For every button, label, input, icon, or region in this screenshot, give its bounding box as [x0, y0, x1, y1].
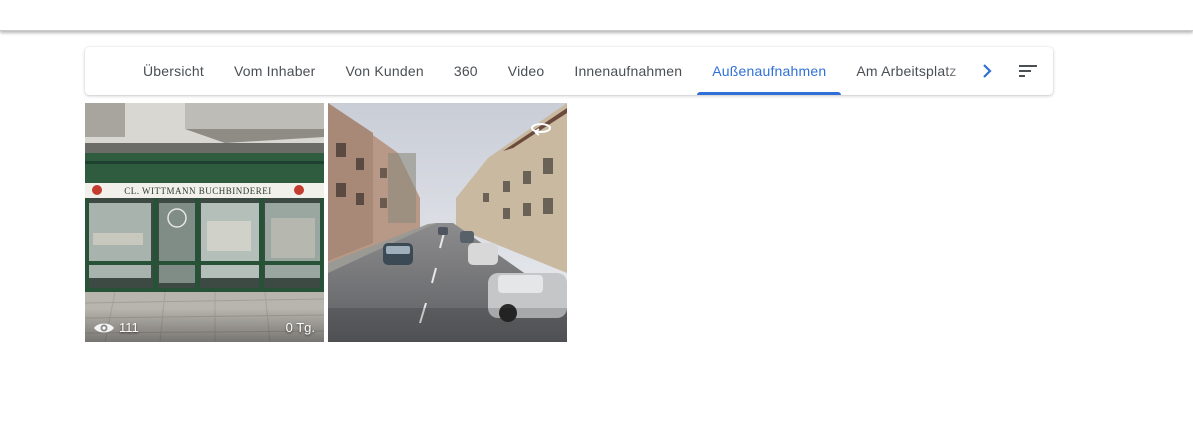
tabs-fade: [945, 47, 975, 95]
360-rotate-icon: [531, 123, 551, 136]
tab-overview[interactable]: Übersicht: [128, 47, 219, 95]
tabs-viewport: Übersicht Vom Inhaber Von Kunden 360 Vid…: [85, 47, 975, 95]
view-count: 111: [93, 320, 139, 335]
tab-list: Übersicht Vom Inhaber Von Kunden 360 Vid…: [128, 47, 972, 95]
top-bar: [0, 0, 1193, 31]
sort-icon: [1019, 65, 1037, 77]
tab-360[interactable]: 360: [439, 47, 493, 95]
photo-storefront[interactable]: CL. WITTMANN BUCHBINDEREI 111 0 Tg.: [85, 103, 324, 342]
sort-button[interactable]: [1015, 59, 1041, 83]
view-count-value: 111: [119, 320, 139, 335]
photo-street-view-360[interactable]: [328, 103, 567, 342]
tab-exterior[interactable]: Außenaufnahmen: [697, 47, 842, 95]
tab-from-owner[interactable]: Vom Inhaber: [219, 47, 331, 95]
scroll-tabs-right-button[interactable]: [975, 59, 999, 83]
tab-video[interactable]: Video: [493, 47, 560, 95]
tab-interior[interactable]: Innenaufnahmen: [559, 47, 697, 95]
storefront-sign-text: CL. WITTMANN BUCHBINDEREI: [124, 186, 272, 196]
chevron-right-icon: [983, 64, 992, 78]
tab-from-customers[interactable]: Von Kunden: [331, 47, 439, 95]
photo-age: 0 Tg.: [285, 320, 315, 335]
eye-icon: [94, 323, 114, 332]
photo-category-tabs: Übersicht Vom Inhaber Von Kunden 360 Vid…: [85, 47, 1053, 95]
